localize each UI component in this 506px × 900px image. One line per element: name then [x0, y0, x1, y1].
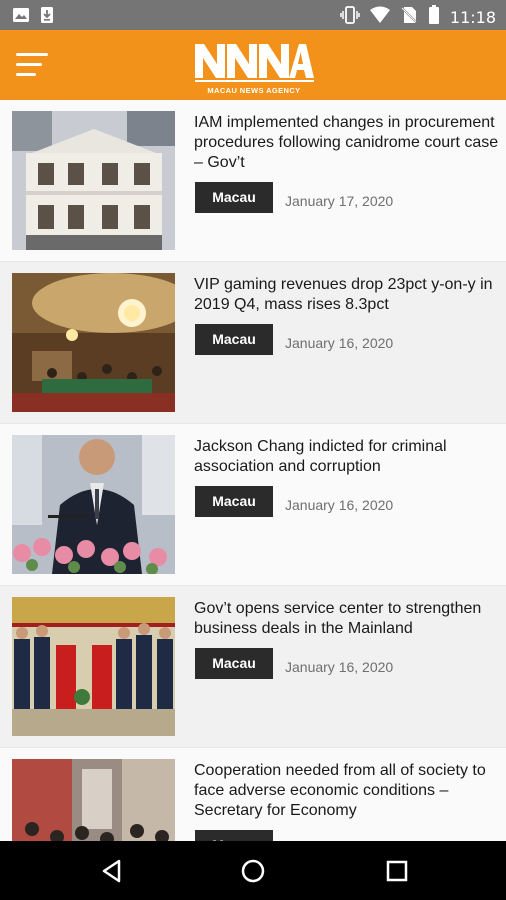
article-headline[interactable]: Jackson Chang indicted for criminal asso… — [194, 437, 504, 477]
article-headline[interactable]: VIP gaming revenues drop 23pct y-on-y in… — [194, 275, 504, 315]
article-card[interactable]: VIP gaming revenues drop 23pct y-on-y in… — [0, 262, 506, 424]
article-card[interactable]: Gov’t opens service center to strengthen… — [0, 586, 506, 748]
home-icon[interactable] — [240, 858, 266, 884]
article-thumbnail[interactable] — [12, 597, 175, 736]
back-icon[interactable] — [99, 858, 125, 884]
macau-news-agency-logo[interactable]: MACAU NEWS AGENCY — [193, 38, 315, 96]
article-thumbnail[interactable] — [12, 759, 175, 841]
hamburger-menu-icon[interactable] — [16, 51, 50, 79]
article-card[interactable]: Cooperation needed from all of society t… — [0, 748, 506, 841]
clock: 11:18 — [449, 8, 496, 27]
article-card[interactable]: IAM implemented changes in procurement p… — [0, 100, 506, 262]
status-bar: 11:18 — [0, 0, 506, 30]
article-thumbnail[interactable] — [12, 435, 175, 574]
category-tag[interactable]: Macau — [195, 486, 273, 517]
article-date: January 16, 2020 — [285, 497, 394, 513]
article-headline[interactable]: IAM implemented changes in procurement p… — [194, 113, 504, 173]
download-icon — [40, 6, 54, 29]
no-sim-icon — [400, 6, 418, 29]
category-tag[interactable]: Macau — [195, 182, 273, 213]
navigation-bar — [0, 841, 506, 900]
category-tag[interactable]: Macau — [195, 830, 273, 841]
app-bar: MACAU NEWS AGENCY — [0, 30, 506, 100]
article-headline[interactable]: Gov’t opens service center to strengthen… — [194, 599, 504, 639]
image-icon — [12, 6, 30, 29]
article-thumbnail[interactable] — [12, 273, 175, 412]
news-feed[interactable]: IAM implemented changes in procurement p… — [0, 100, 506, 841]
category-tag[interactable]: Macau — [195, 324, 273, 355]
logo-subtitle: MACAU NEWS AGENCY — [207, 86, 301, 95]
category-tag[interactable]: Macau — [195, 648, 273, 679]
wifi-icon — [369, 6, 390, 29]
article-card[interactable]: Jackson Chang indicted for criminal asso… — [0, 424, 506, 586]
article-date: January 16, 2020 — [285, 659, 394, 675]
recents-icon[interactable] — [384, 858, 410, 884]
article-headline[interactable]: Cooperation needed from all of society t… — [194, 761, 504, 821]
article-date: January 16, 2020 — [285, 335, 394, 351]
article-thumbnail[interactable] — [12, 111, 175, 250]
article-date: January 17, 2020 — [285, 193, 394, 209]
vibrate-icon — [340, 6, 360, 29]
battery-icon — [428, 5, 440, 30]
